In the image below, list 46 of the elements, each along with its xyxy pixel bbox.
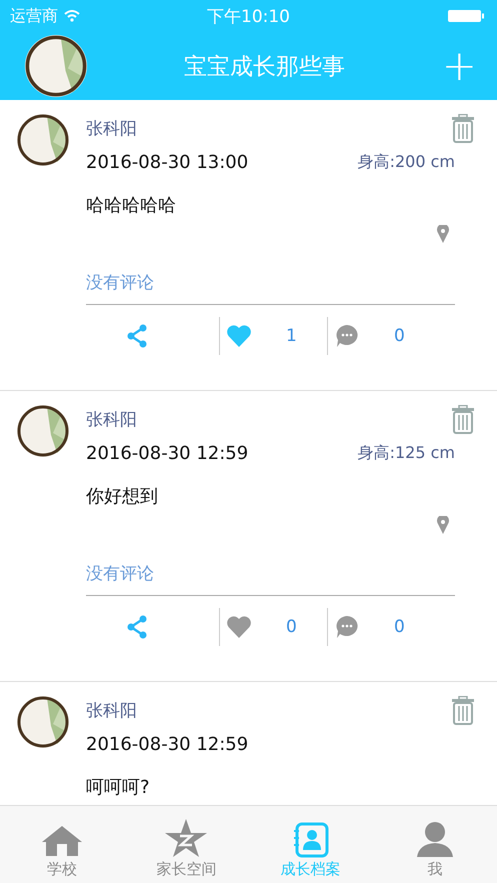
avatar-icon	[25, 35, 87, 97]
heart-icon[interactable]	[226, 324, 252, 348]
location-pin-icon[interactable]	[437, 516, 449, 534]
tab[interactable]: 学校	[0, 806, 124, 883]
trash-icon[interactable]	[451, 405, 475, 435]
person-icon	[414, 820, 455, 858]
clock-text: 下午10:10	[207, 6, 290, 28]
post-text: 哈哈哈哈哈	[86, 194, 177, 217]
author-name[interactable]: 张科阳	[86, 408, 137, 431]
comments-status: 没有评论	[86, 562, 455, 596]
share-icon[interactable]	[124, 615, 148, 639]
heart-icon[interactable]	[226, 615, 252, 639]
comments-status: 没有评论	[86, 271, 455, 305]
avatar-icon	[17, 114, 69, 166]
tab[interactable]: 家长空间	[124, 806, 248, 883]
tab[interactable]: 成长档案	[248, 806, 373, 883]
post-date: 2016-08-30 12:59	[86, 443, 248, 464]
share-icon[interactable]	[124, 324, 148, 348]
comment-count: 0	[394, 326, 405, 346]
battery-icon	[447, 9, 485, 23]
author-name[interactable]: 张科阳	[86, 117, 137, 140]
post-text: 你好想到	[86, 485, 159, 508]
height-text: 身高:200 cm	[358, 152, 455, 173]
like-count: 1	[286, 326, 297, 346]
trash-icon[interactable]	[451, 696, 475, 726]
carrier-text: 运营商	[10, 6, 58, 26]
page-title: 宝宝成长那些事	[182, 52, 346, 82]
like-count: 0	[286, 617, 297, 637]
tab[interactable]: 我	[372, 806, 497, 883]
author-name[interactable]: 张科阳	[86, 699, 137, 722]
height-text: 身高:125 cm	[358, 443, 455, 464]
post-date: 2016-08-30 13:00	[86, 152, 248, 173]
post-date: 2016-08-30 12:59	[86, 734, 248, 755]
trash-icon[interactable]	[451, 114, 475, 144]
comment-count: 0	[394, 617, 405, 637]
avatar-icon	[17, 696, 69, 748]
contacts-icon	[292, 822, 329, 858]
post-text: 呵呵呵?	[86, 776, 151, 799]
comment-icon[interactable]	[334, 615, 360, 639]
star-icon	[164, 818, 208, 858]
add-button[interactable]: +	[434, 45, 485, 87]
home-icon	[40, 824, 84, 858]
avatar-icon	[17, 405, 69, 457]
comment-icon[interactable]	[334, 324, 360, 348]
wifi-icon	[64, 10, 80, 22]
location-pin-icon[interactable]	[437, 225, 449, 243]
